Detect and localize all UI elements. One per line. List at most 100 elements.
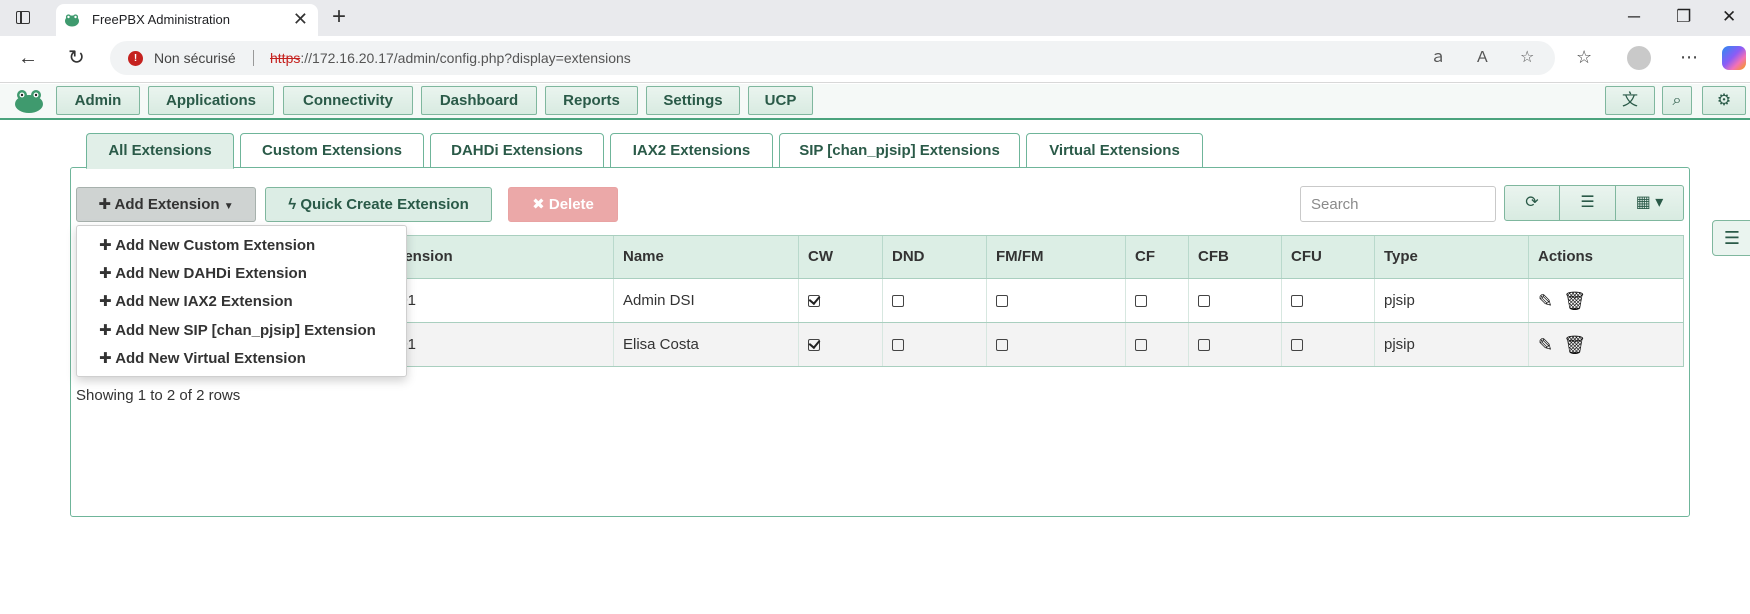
dnd-checkbox[interactable] <box>892 339 904 352</box>
search-icon[interactable]: ⌕ <box>1662 86 1692 115</box>
edit-icon[interactable]: ✎ <box>1538 280 1553 323</box>
plus-icon: ✚ <box>99 293 116 310</box>
dropdown-item-sip[interactable]: ✚ Add New SIP [chan_pjsip] Extension <box>99 321 376 339</box>
dropdown-item-label: Add New Virtual Extension <box>115 350 306 367</box>
dropdown-item-iax2[interactable]: ✚ Add New IAX2 Extension <box>99 292 293 310</box>
window-close-icon[interactable]: ✕ <box>1722 4 1736 30</box>
plus-icon: ✚ <box>99 322 116 339</box>
search-input[interactable]: Search <box>1300 186 1496 222</box>
tab-iax2-extensions[interactable]: IAX2 Extensions <box>610 133 773 168</box>
tab-all-extensions[interactable]: All Extensions <box>86 133 234 169</box>
delete-button[interactable]: ✖ Delete <box>508 187 618 222</box>
add-extension-label: Add Extension <box>114 196 220 213</box>
favorites-icon[interactable]: ☆ <box>1576 45 1592 69</box>
dnd-checkbox[interactable] <box>892 295 904 308</box>
language-icon[interactable]: 文 <box>1605 86 1655 115</box>
copilot-icon[interactable] <box>1722 46 1746 70</box>
translate-icon[interactable]: ａ <box>1430 48 1446 68</box>
cf-checkbox[interactable] <box>1135 339 1147 352</box>
profile-avatar[interactable] <box>1627 46 1651 70</box>
add-extension-button[interactable]: ✚ Add Extension ▼ <box>76 187 256 222</box>
refresh-icon[interactable]: ⟳ <box>1504 185 1560 221</box>
toggle-view-icon[interactable]: ☰ <box>1560 185 1616 221</box>
minimize-icon[interactable]: ─ <box>1628 4 1640 30</box>
cell-cfb <box>1188 323 1281 366</box>
reload-icon[interactable]: ↻ <box>68 46 85 70</box>
nav-applications[interactable]: Applications <box>148 86 274 115</box>
back-icon[interactable]: ← <box>18 46 38 70</box>
omnibox[interactable]: ! Non sécurisé https://172.16.20.17/admi… <box>110 41 1555 75</box>
th-dnd[interactable]: DND <box>882 236 986 278</box>
top-navigation: Admin Applications Connectivity Dashboar… <box>0 84 1750 120</box>
nav-reports[interactable]: Reports <box>545 86 638 115</box>
sidebar-list-icon[interactable]: ☰ <box>1712 220 1750 256</box>
cfb-checkbox[interactable] <box>1198 339 1210 352</box>
read-aloud-icon[interactable]: A <box>1477 48 1488 68</box>
cell-cfu <box>1281 279 1374 322</box>
search-placeholder: Search <box>1311 196 1359 213</box>
more-menu-icon[interactable]: ⋯ <box>1680 45 1698 69</box>
security-label[interactable]: Non sécurisé <box>154 50 236 66</box>
nav-settings[interactable]: Settings <box>646 86 740 115</box>
cell-extension: 101 <box>381 279 566 322</box>
tab-title: FreePBX Administration <box>92 12 231 27</box>
columns-icon[interactable]: ▦ ▾ <box>1616 185 1684 221</box>
cfu-checkbox[interactable] <box>1291 339 1303 352</box>
quick-create-label: Quick Create Extension <box>300 196 469 213</box>
restore-icon[interactable]: ❐ <box>1676 4 1691 30</box>
nav-dashboard[interactable]: Dashboard <box>421 86 537 115</box>
th-cfb[interactable]: CFB <box>1188 236 1281 278</box>
new-tab-icon[interactable]: + <box>332 4 346 30</box>
tab-close-icon[interactable]: ✕ <box>293 9 308 29</box>
cell-type: pjsip <box>1374 279 1528 322</box>
freepbx-favicon-icon <box>65 14 79 27</box>
cf-checkbox[interactable] <box>1135 295 1147 308</box>
fmfm-checkbox[interactable] <box>996 295 1008 308</box>
dropdown-item-virtual[interactable]: ✚ Add New Virtual Extension <box>99 349 306 367</box>
dropdown-item-dahdi[interactable]: ✚ Add New DAHDi Extension <box>99 264 307 282</box>
browser-tab[interactable]: FreePBX Administration ✕ <box>56 4 318 36</box>
nav-connectivity[interactable]: Connectivity <box>283 86 413 115</box>
browser-titlebar: FreePBX Administration ✕ + ─ ❐ ✕ <box>0 0 1750 36</box>
trash-icon[interactable]: 🗑 <box>1563 324 1586 367</box>
tab-dahdi-extensions[interactable]: DAHDi Extensions <box>430 133 604 168</box>
url-text[interactable]: https://172.16.20.17/admin/config.php?di… <box>270 50 631 66</box>
th-actions: Actions <box>1528 236 1683 278</box>
tab-sip-extensions[interactable]: SIP [chan_pjsip] Extensions <box>779 133 1020 168</box>
favorite-star-icon[interactable]: ☆ <box>1520 48 1534 68</box>
cell-cw <box>798 279 882 322</box>
freepbx-app: Admin Applications Connectivity Dashboar… <box>0 84 1750 614</box>
cell-fmfm <box>986 279 1125 322</box>
th-cw[interactable]: CW <box>798 236 882 278</box>
th-fmfm[interactable]: FM/FM <box>986 236 1125 278</box>
th-extension[interactable]: xtension <box>381 236 566 278</box>
cell-name: Elisa Costa <box>613 323 798 366</box>
cfb-checkbox[interactable] <box>1198 295 1210 308</box>
nav-admin[interactable]: Admin <box>56 86 140 115</box>
th-cf[interactable]: CF <box>1125 236 1188 278</box>
cell-type: pjsip <box>1374 323 1528 366</box>
th-name[interactable]: Name <box>613 236 798 278</box>
cw-checkbox[interactable] <box>808 295 820 308</box>
th-cfu[interactable]: CFU <box>1281 236 1374 278</box>
add-extension-dropdown: ✚ Add New Custom Extension ✚ Add New DAH… <box>76 225 407 377</box>
cell-cfb <box>1188 279 1281 322</box>
cfu-checkbox[interactable] <box>1291 295 1303 308</box>
quick-create-extension-button[interactable]: ϟ Quick Create Extension <box>265 187 492 222</box>
trash-icon[interactable]: 🗑 <box>1563 280 1586 323</box>
nav-ucp[interactable]: UCP <box>748 86 813 115</box>
not-secure-icon[interactable]: ! <box>128 51 143 66</box>
tab-custom-extensions[interactable]: Custom Extensions <box>240 133 424 168</box>
edit-icon[interactable]: ✎ <box>1538 324 1553 367</box>
dropdown-item-custom[interactable]: ✚ Add New Custom Extension <box>99 236 315 254</box>
dropdown-item-label: Add New Custom Extension <box>115 237 316 254</box>
tab-virtual-extensions[interactable]: Virtual Extensions <box>1026 133 1203 168</box>
tab-actions-icon[interactable] <box>14 8 34 28</box>
cell-cf <box>1125 323 1188 366</box>
cell-cw <box>798 323 882 366</box>
th-type[interactable]: Type <box>1374 236 1528 278</box>
settings-gear-icon[interactable]: ⚙ <box>1702 86 1746 115</box>
freepbx-logo-icon[interactable] <box>13 88 45 114</box>
cw-checkbox[interactable] <box>808 339 820 352</box>
fmfm-checkbox[interactable] <box>996 339 1008 352</box>
